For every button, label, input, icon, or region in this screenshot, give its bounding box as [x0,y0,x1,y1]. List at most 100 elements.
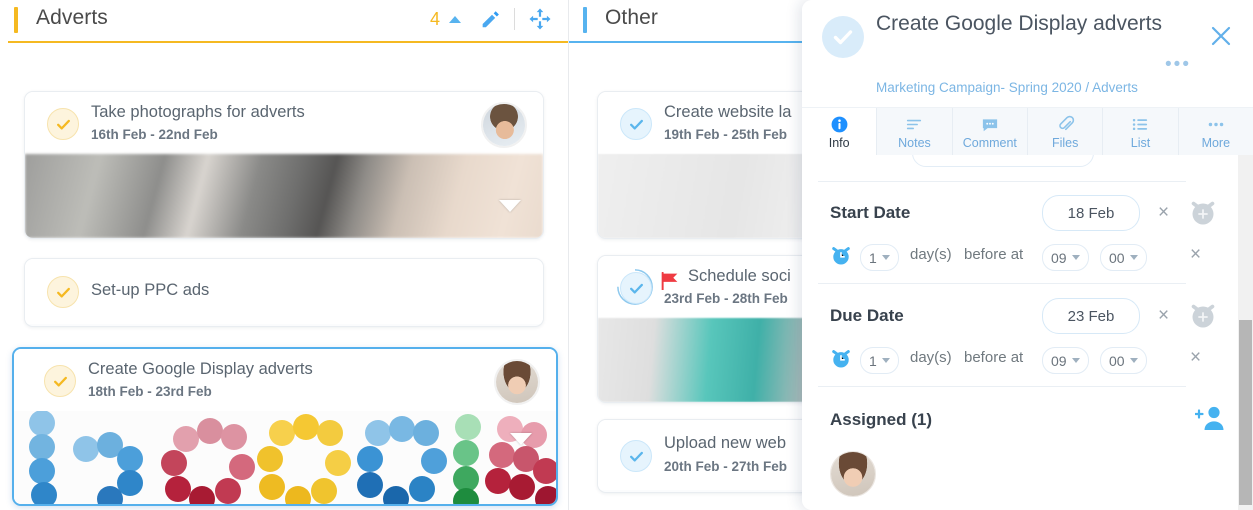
assigned-label: Assigned (1) [830,410,933,429]
task-complete-checkbox[interactable] [620,272,652,304]
due-date-label: Due Date [830,306,904,325]
move-handle-icon[interactable] [528,7,552,31]
reminder-days-dropdown[interactable]: 1 [860,244,899,271]
add-reminder-alarm-icon[interactable] [1188,197,1218,227]
tab-label: Notes [898,135,931,150]
card-dates: 19th Feb - 25th Feb [664,127,788,142]
column-accent-bar [583,7,587,33]
panel-title: Create Google Display adverts [876,12,1162,35]
info-icon [831,116,848,132]
task-detail-panel: Create Google Display adverts Marketing … [802,0,1253,510]
start-date-label: Start Date [830,203,911,222]
card-thumbnail-google-balls [14,411,556,504]
card-header: Set-up PPC ads [25,259,543,324]
add-reminder-alarm-icon[interactable] [1188,300,1218,330]
avatar[interactable] [494,359,540,405]
add-person-icon[interactable] [1195,405,1225,431]
start-date-row: Start Date 18 Feb × [818,193,1237,233]
column-tools: 4 [430,4,552,34]
task-card-selected[interactable]: Create Google Display adverts 18th Feb -… [12,347,558,506]
card-dates: 23rd Feb - 28th Feb [664,291,788,306]
card-title: Create website la [664,103,792,121]
breadcrumb[interactable]: Marketing Campaign- Spring 2020 / Advert… [876,80,1138,95]
task-complete-checkbox[interactable] [47,108,79,140]
reminder-hour-dropdown[interactable]: 09 [1042,347,1089,374]
reminder-before-label: before at [964,349,1024,366]
due-date-clear-icon[interactable]: × [1158,306,1169,325]
divider [818,181,1186,182]
reminder-minute-dropdown[interactable]: 00 [1100,347,1147,374]
reminder-days-label: day(s) [910,349,952,366]
due-date-row: Due Date 23 Feb × [818,296,1237,336]
panel-tabs: Info Notes Comment Files List More [802,107,1253,156]
reminder-minute-dropdown[interactable]: 00 [1100,244,1147,271]
panel-scrollbar-track[interactable] [1238,155,1253,510]
reminder-remove-icon[interactable]: × [1190,348,1201,367]
reminder-minute-value: 00 [1109,249,1125,266]
tab-list[interactable]: List [1103,108,1179,156]
tab-comment[interactable]: Comment [952,108,1028,156]
start-date-reminder-row: 1 day(s) before at 09 00 × [818,241,1237,271]
tab-more[interactable]: More [1178,108,1253,156]
collapsed-section-peek [912,155,1094,167]
chevron-down-icon [1129,358,1138,363]
divider [818,283,1186,284]
card-dates: 18th Feb - 23rd Feb [88,384,212,399]
card-title: Take photographs for adverts [91,103,305,121]
close-icon[interactable] [1209,24,1233,53]
panel-more-menu-icon[interactable]: ••• [1165,54,1191,76]
column-card-count: 4 [429,8,440,29]
card-expand-triangle-icon[interactable] [510,433,532,445]
task-card[interactable]: Take photographs for adverts 16th Feb - … [24,91,544,239]
priority-flag-icon[interactable] [660,272,680,290]
column-accent-bar [14,7,18,33]
reminder-before-label: before at [964,246,1024,263]
reminder-remove-icon[interactable]: × [1190,245,1201,264]
tab-info[interactable]: Info [802,108,878,156]
tab-files[interactable]: Files [1027,108,1104,156]
avatar[interactable] [830,451,876,497]
chevron-down-icon [1129,255,1138,260]
tab-notes[interactable]: Notes [877,108,953,156]
column-title: Other [605,6,659,29]
list-icon [1133,118,1148,130]
task-complete-checkbox[interactable] [620,440,652,472]
card-header: Create Google Display adverts 18th Feb -… [14,349,556,411]
panel-scrollbar-thumb[interactable] [1239,320,1252,505]
card-dates: 20th Feb - 27th Feb [664,459,788,474]
paperclip-icon [1058,115,1074,130]
reminder-alarm-icon[interactable] [830,244,852,266]
card-expand-triangle-icon[interactable] [499,200,521,212]
reminder-days-dropdown[interactable]: 1 [860,347,899,374]
card-dates: 16th Feb - 22nd Feb [91,127,218,142]
collapse-chevron-up-icon[interactable] [449,15,461,23]
panel-body: Start Date 18 Feb × 1 day(s) before at 0… [802,155,1253,510]
start-date-value[interactable]: 18 Feb [1042,195,1140,231]
divider [818,386,1186,387]
task-complete-checkbox[interactable] [44,365,76,397]
card-header: Take photographs for adverts 16th Feb - … [25,92,543,154]
task-card[interactable]: Set-up PPC ads [24,258,544,327]
edit-pencil-icon[interactable] [479,8,501,30]
tab-label: Comment [962,135,1017,150]
task-complete-checkbox[interactable] [47,276,79,308]
start-date-clear-icon[interactable]: × [1158,203,1169,222]
card-title: Upload new web [664,434,786,452]
due-date-value[interactable]: 23 Feb [1042,298,1140,334]
reminder-days-label: day(s) [910,246,952,263]
reminder-hour-dropdown[interactable]: 09 [1042,244,1089,271]
reminder-days-value: 1 [869,352,877,369]
reminder-minute-value: 00 [1109,352,1125,369]
comment-icon [982,118,997,131]
chevron-down-icon [1071,358,1080,363]
kanban-board: Adverts 4 Take photographs for adverts 1… [0,0,1253,510]
task-complete-checkbox-large[interactable] [822,16,864,58]
card-title: Set-up PPC ads [91,281,210,299]
reminder-hour-value: 09 [1051,352,1067,369]
tab-label: Info [828,135,850,150]
tab-label: More [1201,135,1231,150]
notes-icon [907,119,922,129]
reminder-alarm-icon[interactable] [830,347,852,369]
avatar[interactable] [481,102,527,148]
task-complete-checkbox[interactable] [620,108,652,140]
